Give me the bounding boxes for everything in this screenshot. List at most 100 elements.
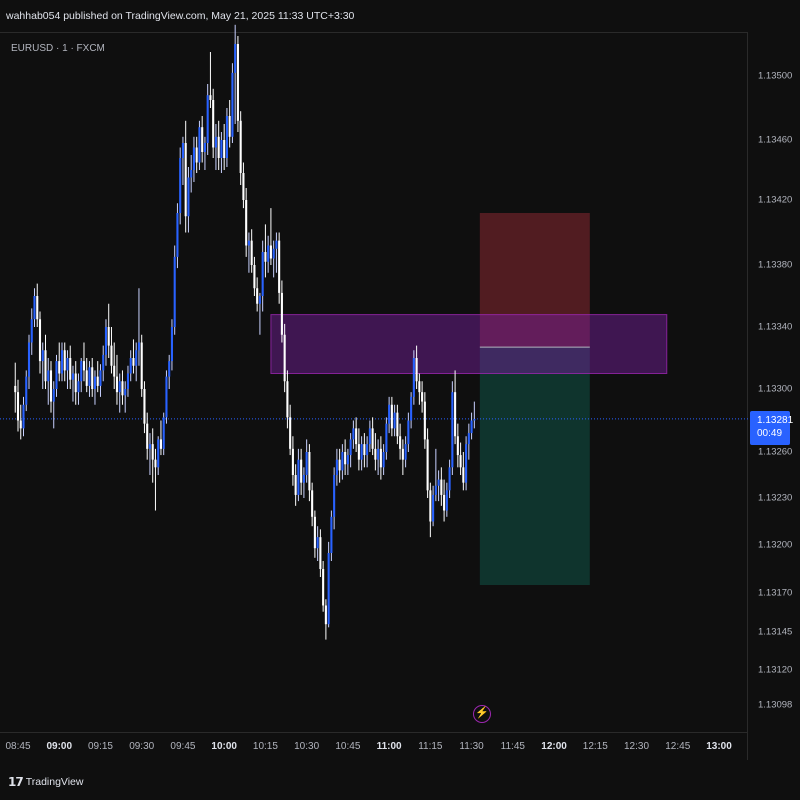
candle [234, 24, 237, 124]
time-tick-label: 09:30 [129, 741, 155, 752]
candle [311, 482, 314, 527]
candle-body [66, 358, 69, 371]
candle-body [448, 467, 451, 491]
candle [140, 334, 143, 397]
candle-body [135, 350, 138, 366]
candle [165, 370, 168, 424]
candle-body [429, 490, 432, 522]
candle [473, 401, 476, 429]
candle [445, 482, 448, 517]
candle [143, 381, 146, 434]
candle [269, 208, 272, 265]
candle-body [311, 490, 314, 517]
time-tick-label: 08:45 [5, 741, 31, 752]
candle-body [41, 350, 44, 362]
candle-body [157, 439, 160, 468]
candle [250, 229, 253, 273]
candle [374, 433, 377, 471]
candle-body [258, 296, 261, 304]
candle-body [27, 342, 31, 377]
candle-body [291, 448, 294, 475]
time-tick-label: 12:15 [582, 741, 608, 752]
candle [335, 448, 338, 486]
candle [27, 334, 31, 389]
candle-body [63, 350, 66, 371]
candle [184, 120, 187, 233]
candle [148, 433, 152, 475]
candle-body [69, 358, 72, 380]
candle-body [470, 420, 473, 434]
candle [465, 436, 468, 491]
candle [71, 365, 75, 402]
candle [30, 308, 33, 355]
candle-body [60, 350, 64, 374]
candle [198, 120, 201, 170]
candle-body [55, 361, 58, 389]
candle [261, 240, 264, 312]
candle [418, 373, 421, 405]
candle-body [102, 354, 105, 371]
candle-body [355, 428, 358, 445]
candle [256, 277, 259, 312]
candle-body [454, 392, 457, 437]
footer-bar [0, 760, 800, 800]
candle [66, 350, 69, 389]
candle-body [162, 417, 165, 449]
candle [448, 459, 451, 498]
price-tick-label: 1.13500 [758, 70, 793, 82]
candle-body [74, 373, 77, 393]
candle [410, 392, 413, 429]
time-tick-label: 10:00 [211, 741, 237, 752]
last-price-badge: 1.13281 00:49 [750, 411, 793, 445]
candle-body [264, 252, 267, 262]
bar-countdown: 00:49 [757, 428, 783, 439]
candle-body [319, 537, 322, 569]
candle-body [322, 569, 325, 606]
candle-body [363, 444, 366, 456]
candle-body [124, 389, 127, 396]
candle [247, 232, 250, 273]
candle-body [371, 428, 374, 449]
candle [96, 361, 99, 393]
candle [22, 396, 25, 437]
candle-body [423, 401, 426, 440]
candlestick-chart[interactable] [0, 0, 800, 800]
candle [16, 379, 20, 432]
symbol-label[interactable]: EURUSD · 1 · FXCM [11, 43, 105, 54]
candle-body [209, 95, 212, 100]
candle [280, 280, 283, 343]
candle-body [379, 448, 382, 468]
time-tick-label: 11:00 [376, 741, 402, 752]
candle [324, 599, 327, 640]
candle [377, 439, 380, 475]
price-tick-label: 1.13145 [758, 626, 793, 638]
lightning-icon[interactable]: ⚡ [473, 705, 491, 723]
candle [344, 439, 347, 475]
candle [129, 350, 132, 382]
candle [421, 381, 424, 413]
candle-body [421, 392, 424, 402]
candle-body [85, 370, 88, 386]
candle-body [385, 423, 388, 452]
candle-body [115, 376, 119, 393]
candle [91, 358, 94, 397]
candle [291, 436, 294, 486]
candle-body [374, 448, 377, 460]
supply-zone [270, 314, 668, 375]
candle-body [52, 389, 55, 402]
candle [154, 448, 157, 511]
candle [429, 482, 432, 538]
candle [388, 396, 391, 434]
candle-body [77, 381, 80, 393]
candle-body [399, 436, 402, 449]
tradingview-logo[interactable]: 𝟭𝟳 TradingView [8, 775, 83, 789]
candle-body [206, 95, 209, 143]
candle [349, 433, 352, 468]
candle [459, 442, 462, 475]
candle [319, 529, 322, 577]
candle-body [225, 116, 228, 158]
candle-body [47, 370, 50, 382]
candle [124, 381, 127, 413]
candle [135, 342, 138, 382]
time-tick-label: 11:15 [418, 741, 443, 752]
